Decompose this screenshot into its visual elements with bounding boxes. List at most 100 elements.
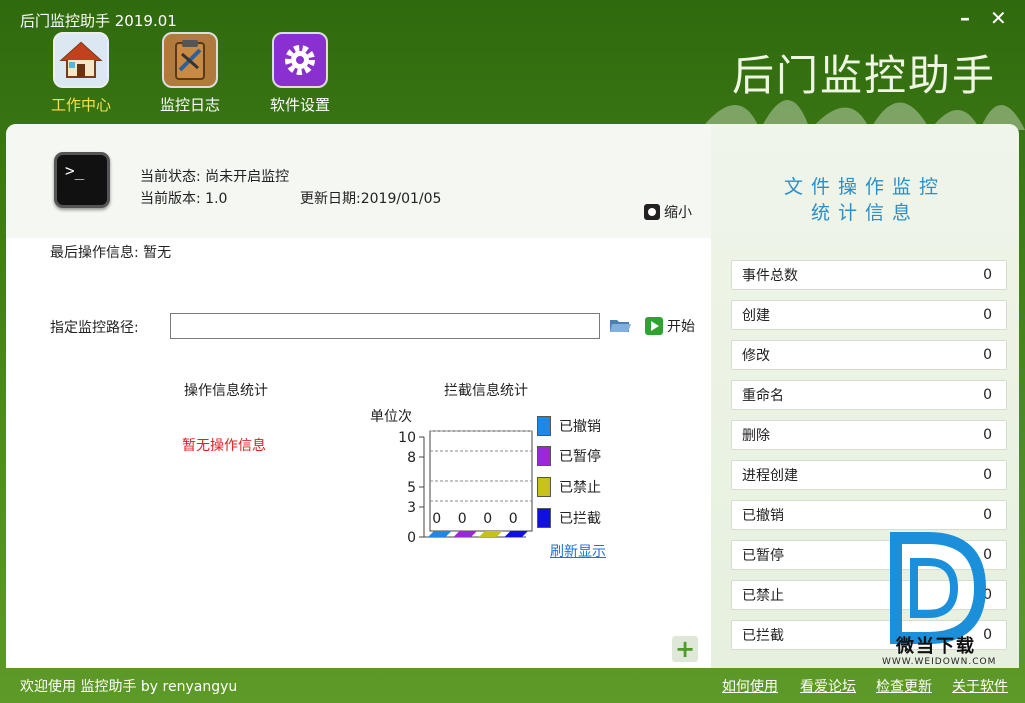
stat-label: 已禁止 — [742, 588, 784, 604]
stat-row: 进程创建 0 — [731, 460, 1007, 490]
footer-link-about[interactable]: 关于软件 — [952, 676, 1008, 696]
stat-row: 重命名 0 — [731, 380, 1007, 410]
stat-value: 0 — [983, 387, 992, 403]
refresh-link[interactable]: 刷新显示 — [550, 541, 606, 561]
legend-swatch — [537, 477, 551, 497]
chart-unit-label: 单位次 — [370, 409, 412, 425]
shrink-icon — [644, 204, 660, 220]
stat-label: 已撤销 — [742, 508, 784, 524]
nav-label: 软件设置 — [269, 96, 330, 114]
legend-swatch — [537, 416, 551, 436]
stat-label: 重命名 — [742, 388, 784, 404]
watermark-url: WWW.WEIDOWN.COM — [882, 657, 997, 667]
main-panel: >_ 当前状态: 尚未开启监控 当前版本: 1.0 更新日期:2019/01/0… — [6, 124, 711, 668]
watermark-name: 微当下载 — [896, 636, 976, 657]
chart-data-label: 0 — [509, 511, 518, 527]
chart-bar — [504, 531, 528, 537]
chart-tick-label: 3 — [407, 500, 416, 516]
stat-row: 删除 0 — [731, 420, 1007, 450]
op-stats-title: 操作信息统计 — [184, 383, 268, 399]
stat-row: 创建 0 — [731, 300, 1007, 330]
stat-value: 0 — [983, 427, 992, 443]
chart-data-label: 0 — [458, 511, 467, 527]
block-stats-title: 拦截信息统计 — [444, 383, 528, 399]
legend-item: 已撤销 — [537, 416, 601, 436]
stat-value: 0 — [983, 507, 992, 523]
side-heading-line1: 文件操作监控 — [783, 176, 946, 198]
state-value: 尚未开启监控 — [205, 169, 290, 185]
stat-value: 0 — [983, 347, 992, 363]
close-button[interactable]: ✕ — [990, 6, 1007, 30]
legend-label: 已暂停 — [559, 449, 601, 465]
stat-label: 事件总数 — [742, 268, 798, 284]
footer-link-forum[interactable]: 看爱论坛 — [800, 676, 856, 696]
update-value: 2019/01/05 — [360, 191, 442, 207]
legend-item: 已拦截 — [537, 508, 601, 528]
stat-row: 已撤销 0 — [731, 500, 1007, 530]
chart-data-label: 0 — [432, 511, 441, 527]
home-icon — [53, 32, 109, 88]
stat-row: 修改 0 — [731, 340, 1007, 370]
stat-label: 进程创建 — [742, 468, 798, 484]
nav-label: 工作中心 — [50, 96, 111, 114]
version-label: 当前版本: — [140, 191, 201, 207]
legend-swatch — [537, 508, 551, 528]
footer-link-howto[interactable]: 如何使用 — [722, 676, 778, 696]
chart-bar — [479, 531, 503, 537]
folder-browse-button[interactable] — [609, 317, 631, 337]
nav-settings[interactable]: 软件设置 — [255, 32, 345, 115]
version-value: 1.0 — [205, 191, 228, 207]
shrink-label: 缩小 — [664, 205, 692, 221]
chart-data-label: 0 — [483, 511, 492, 527]
stat-label: 删除 — [742, 428, 770, 444]
footer-welcome: 欢迎使用 监控助手 by renyangyu — [20, 679, 238, 695]
minimize-button[interactable]: – — [960, 6, 970, 30]
path-label: 指定监控路径: — [50, 320, 139, 336]
version-line: 当前版本: 1.0 — [140, 188, 227, 208]
start-label: 开始 — [667, 319, 695, 335]
nav-label: 监控日志 — [159, 96, 220, 114]
gear-icon — [272, 32, 328, 88]
stat-label: 修改 — [742, 348, 770, 364]
chart-bar — [428, 531, 452, 537]
chart-tick-label: 10 — [398, 430, 416, 446]
terminal-icon: >_ — [54, 152, 110, 208]
last-op-value: 暂无 — [143, 245, 172, 261]
last-op-line: 最后操作信息: 暂无 — [50, 242, 171, 262]
stat-row: 事件总数 0 — [731, 260, 1007, 290]
chart-tick-label: 8 — [407, 450, 416, 466]
chart-bar — [453, 531, 477, 537]
stat-label: 已暂停 — [742, 548, 784, 564]
state-label: 当前状态: — [140, 169, 201, 185]
block-chart: 单位次1085300 0 0 0 — [370, 409, 533, 546]
update-label: 更新日期: — [300, 191, 361, 207]
stat-value: 0 — [983, 467, 992, 483]
legend-item: 已禁止 — [537, 477, 601, 497]
side-heading-line2: 统计信息 — [810, 202, 919, 224]
legend-item: 已暂停 — [537, 446, 601, 466]
chart-tick-label: 0 — [407, 530, 416, 546]
update-line: 更新日期:2019/01/05 — [300, 188, 441, 208]
chart-tick-label: 5 — [407, 480, 416, 496]
nav-work-center[interactable]: 工作中心 — [36, 32, 126, 115]
add-button[interactable]: + — [672, 635, 698, 663]
shrink-button[interactable]: 缩小 — [644, 202, 692, 222]
footer-link-update[interactable]: 检查更新 — [876, 676, 932, 696]
legend-label: 已拦截 — [559, 511, 601, 527]
start-button[interactable]: 开始 — [645, 316, 695, 336]
stat-value: 0 — [983, 307, 992, 323]
grass-decoration — [700, 100, 1025, 130]
op-empty-message: 暂无操作信息 — [182, 438, 266, 454]
last-op-label: 最后操作信息: — [50, 245, 139, 261]
stat-value: 0 — [983, 267, 992, 283]
folder-icon — [610, 320, 631, 332]
app-window: 后门监控助手 2019.01 – ✕ 工作中心 监控日志 软件设置 后门监控助手… — [0, 0, 1025, 703]
play-icon — [645, 317, 663, 335]
path-input[interactable] — [170, 313, 600, 339]
state-line: 当前状态: 尚未开启监控 — [140, 166, 289, 186]
legend-label: 已撤销 — [559, 419, 601, 435]
nav-monitor-log[interactable]: 监控日志 — [145, 32, 235, 115]
status-header — [6, 124, 711, 238]
legend-label: 已禁止 — [559, 480, 601, 496]
stat-label: 已拦截 — [742, 628, 784, 644]
